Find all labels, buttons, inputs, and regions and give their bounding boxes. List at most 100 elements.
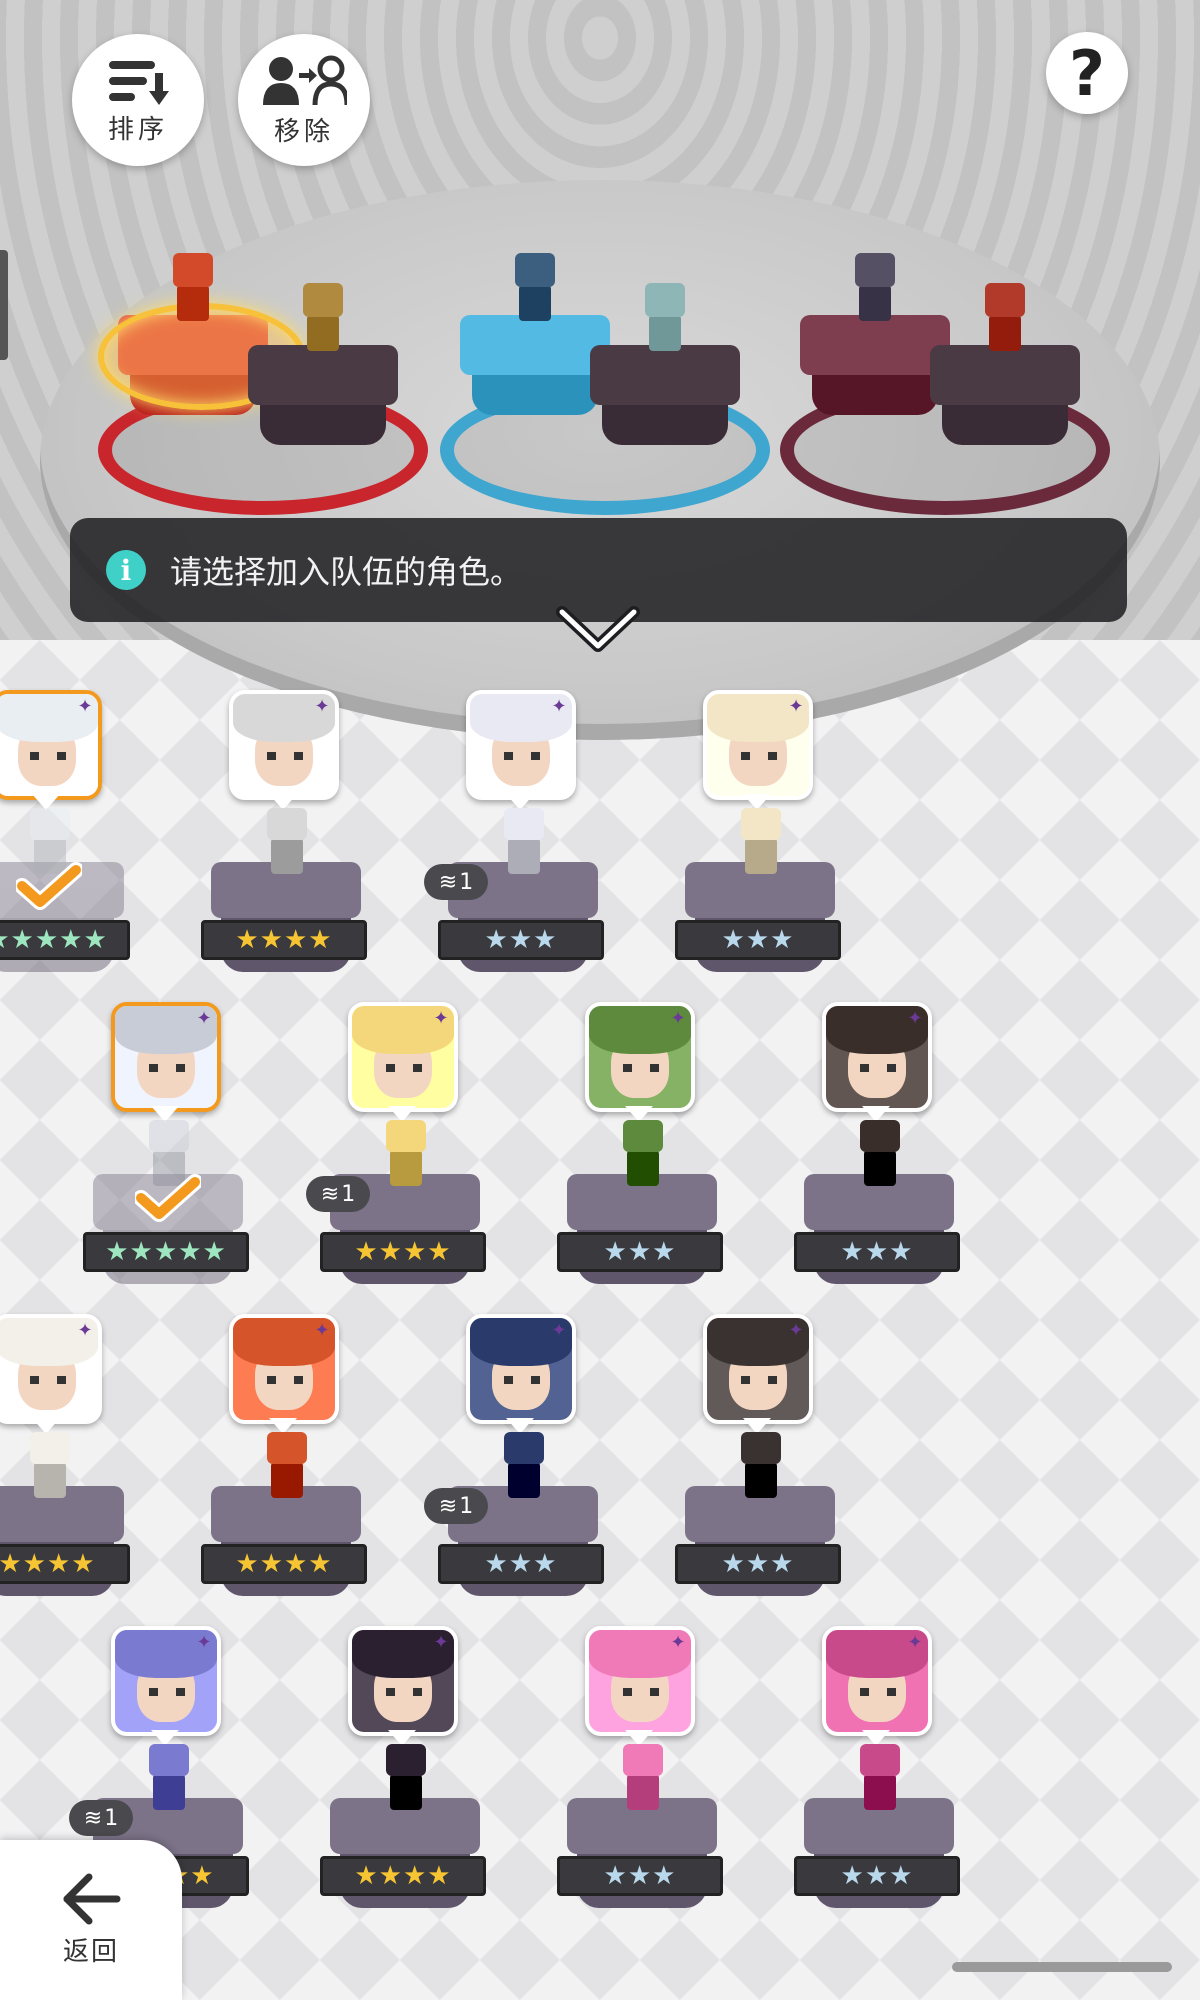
element-icon: ✦ — [314, 696, 330, 717]
star-rating: ★★★★ — [201, 1544, 367, 1584]
home-indicator[interactable] — [952, 1962, 1172, 1972]
star-rating: ★★★ — [438, 1544, 604, 1584]
character-sprite — [611, 1120, 675, 1190]
duplicate-count-badge: ≋ 1 — [306, 1176, 370, 1212]
sort-label: 排序 — [107, 114, 168, 145]
stack-icon: ≋ — [320, 1181, 340, 1207]
element-icon: ✦ — [670, 1632, 686, 1653]
character-sprite — [729, 1432, 793, 1502]
team-slot[interactable] — [800, 315, 950, 425]
remove-button[interactable]: 移除 — [238, 34, 370, 166]
character-card[interactable]: ✦ ★★★ — [794, 1626, 970, 1936]
duplicate-count: 1 — [341, 1181, 356, 1207]
duplicate-count-badge: ≋ 1 — [424, 1488, 488, 1524]
back-button[interactable]: 返回 — [0, 1840, 182, 2000]
chevron-down-icon[interactable] — [556, 604, 640, 654]
character-card[interactable]: ✦ ★★★★★ — [83, 1002, 259, 1312]
side-handle[interactable] — [0, 250, 8, 360]
character-portrait[interactable]: ✦ — [466, 690, 576, 800]
character-sprite — [255, 808, 319, 878]
character-sprite — [492, 808, 556, 878]
element-icon: ✦ — [788, 1320, 804, 1341]
character-portrait[interactable]: ✦ — [229, 1314, 339, 1424]
character-sprite — [729, 808, 793, 878]
character-portrait[interactable]: ✦ — [111, 1626, 221, 1736]
info-icon: i — [106, 550, 146, 590]
character-portrait[interactable]: ✦ — [822, 1626, 932, 1736]
element-icon: ✦ — [907, 1632, 923, 1653]
duplicate-count: 1 — [459, 869, 474, 895]
element-icon: ✦ — [788, 696, 804, 717]
character-card[interactable]: ✦ ≋ 1 ★★★ — [424, 1314, 614, 1624]
team-hero-sprite[interactable] — [507, 253, 563, 323]
star-rating: ★★★ — [557, 1232, 723, 1272]
character-portrait[interactable]: ✦ — [0, 1314, 102, 1424]
character-sprite — [611, 1744, 675, 1814]
stack-icon: ≋ — [438, 1493, 458, 1519]
character-portrait[interactable]: ✦ — [229, 690, 339, 800]
character-card[interactable]: ✦ ★★★ — [557, 1626, 733, 1936]
star-rating: ★★★ — [438, 920, 604, 960]
star-rating: ★★★★ — [320, 1232, 486, 1272]
character-card[interactable]: ✦ ★★★ — [557, 1002, 733, 1312]
remove-member-icon — [263, 55, 347, 105]
team-hero-sprite[interactable] — [165, 253, 221, 323]
character-portrait[interactable]: ✦ — [348, 1626, 458, 1736]
element-icon: ✦ — [433, 1008, 449, 1029]
team-slot[interactable] — [930, 345, 1080, 455]
team-hero-sprite[interactable] — [977, 283, 1033, 353]
duplicate-count: 1 — [104, 1805, 119, 1831]
checkmark-icon — [135, 1174, 201, 1222]
character-sprite — [374, 1120, 438, 1190]
star-rating: ★★★★ — [201, 920, 367, 960]
character-portrait[interactable]: ✦ — [466, 1314, 576, 1424]
team-slot[interactable] — [248, 345, 398, 455]
element-icon: ✦ — [196, 1632, 212, 1653]
duplicate-count-badge: ≋ 1 — [69, 1800, 133, 1836]
character-card[interactable]: ✦ ★★★★ — [201, 1314, 377, 1624]
character-portrait[interactable]: ✦ — [348, 1002, 458, 1112]
character-sprite — [255, 1432, 319, 1502]
character-card[interactable]: ✦ ★★★★★ — [0, 690, 140, 1000]
star-rating: ★★★ — [557, 1856, 723, 1896]
character-portrait[interactable]: ✦ — [703, 690, 813, 800]
duplicate-count-badge: ≋ 1 — [424, 864, 488, 900]
stack-icon: ≋ — [438, 869, 458, 895]
team-slot[interactable] — [460, 315, 610, 425]
character-card[interactable]: ✦ ≋ 1 ★★★ — [424, 690, 614, 1000]
character-portrait[interactable]: ✦ — [111, 1002, 221, 1112]
character-card[interactable]: ✦ ★★★★ — [320, 1626, 496, 1936]
checkmark-icon — [16, 862, 82, 910]
character-portrait[interactable]: ✦ — [0, 690, 102, 800]
character-card[interactable]: ✦ ★★★ — [675, 1314, 851, 1624]
star-rating: ★★★ — [675, 920, 841, 960]
help-button[interactable]: ? — [1046, 32, 1128, 114]
sort-button[interactable]: 排序 — [72, 34, 204, 166]
back-label: 返回 — [62, 1936, 119, 1967]
team-hero-sprite[interactable] — [637, 283, 693, 353]
character-portrait[interactable]: ✦ — [822, 1002, 932, 1112]
team-hero-sprite[interactable] — [847, 253, 903, 323]
character-portrait[interactable]: ✦ — [703, 1314, 813, 1424]
character-portrait[interactable]: ✦ — [585, 1002, 695, 1112]
element-icon: ✦ — [670, 1008, 686, 1029]
character-sprite — [848, 1120, 912, 1190]
sort-icon — [109, 60, 169, 105]
character-card[interactable]: ✦ ★★★ — [675, 690, 851, 1000]
team-hero-sprite[interactable] — [295, 283, 351, 353]
character-sprite — [137, 1744, 201, 1814]
info-message: 请选择加入队伍的角色。 — [170, 553, 523, 591]
character-sprite — [848, 1744, 912, 1814]
star-rating: ★★★ — [794, 1232, 960, 1272]
element-icon: ✦ — [433, 1632, 449, 1653]
character-portrait[interactable]: ✦ — [585, 1626, 695, 1736]
character-card[interactable]: ✦ ★★★★ — [201, 690, 377, 1000]
character-sprite — [374, 1744, 438, 1814]
element-icon: ✦ — [551, 1320, 567, 1341]
character-card[interactable]: ✦ ★★★★ — [0, 1314, 140, 1624]
team-slot[interactable] — [590, 345, 740, 455]
element-icon: ✦ — [77, 696, 93, 717]
character-card[interactable]: ✦ ★★★ — [794, 1002, 970, 1312]
character-card[interactable]: ✦ ≋1 ★★★★ — [306, 1002, 496, 1312]
star-rating: ★★★★ — [320, 1856, 486, 1896]
